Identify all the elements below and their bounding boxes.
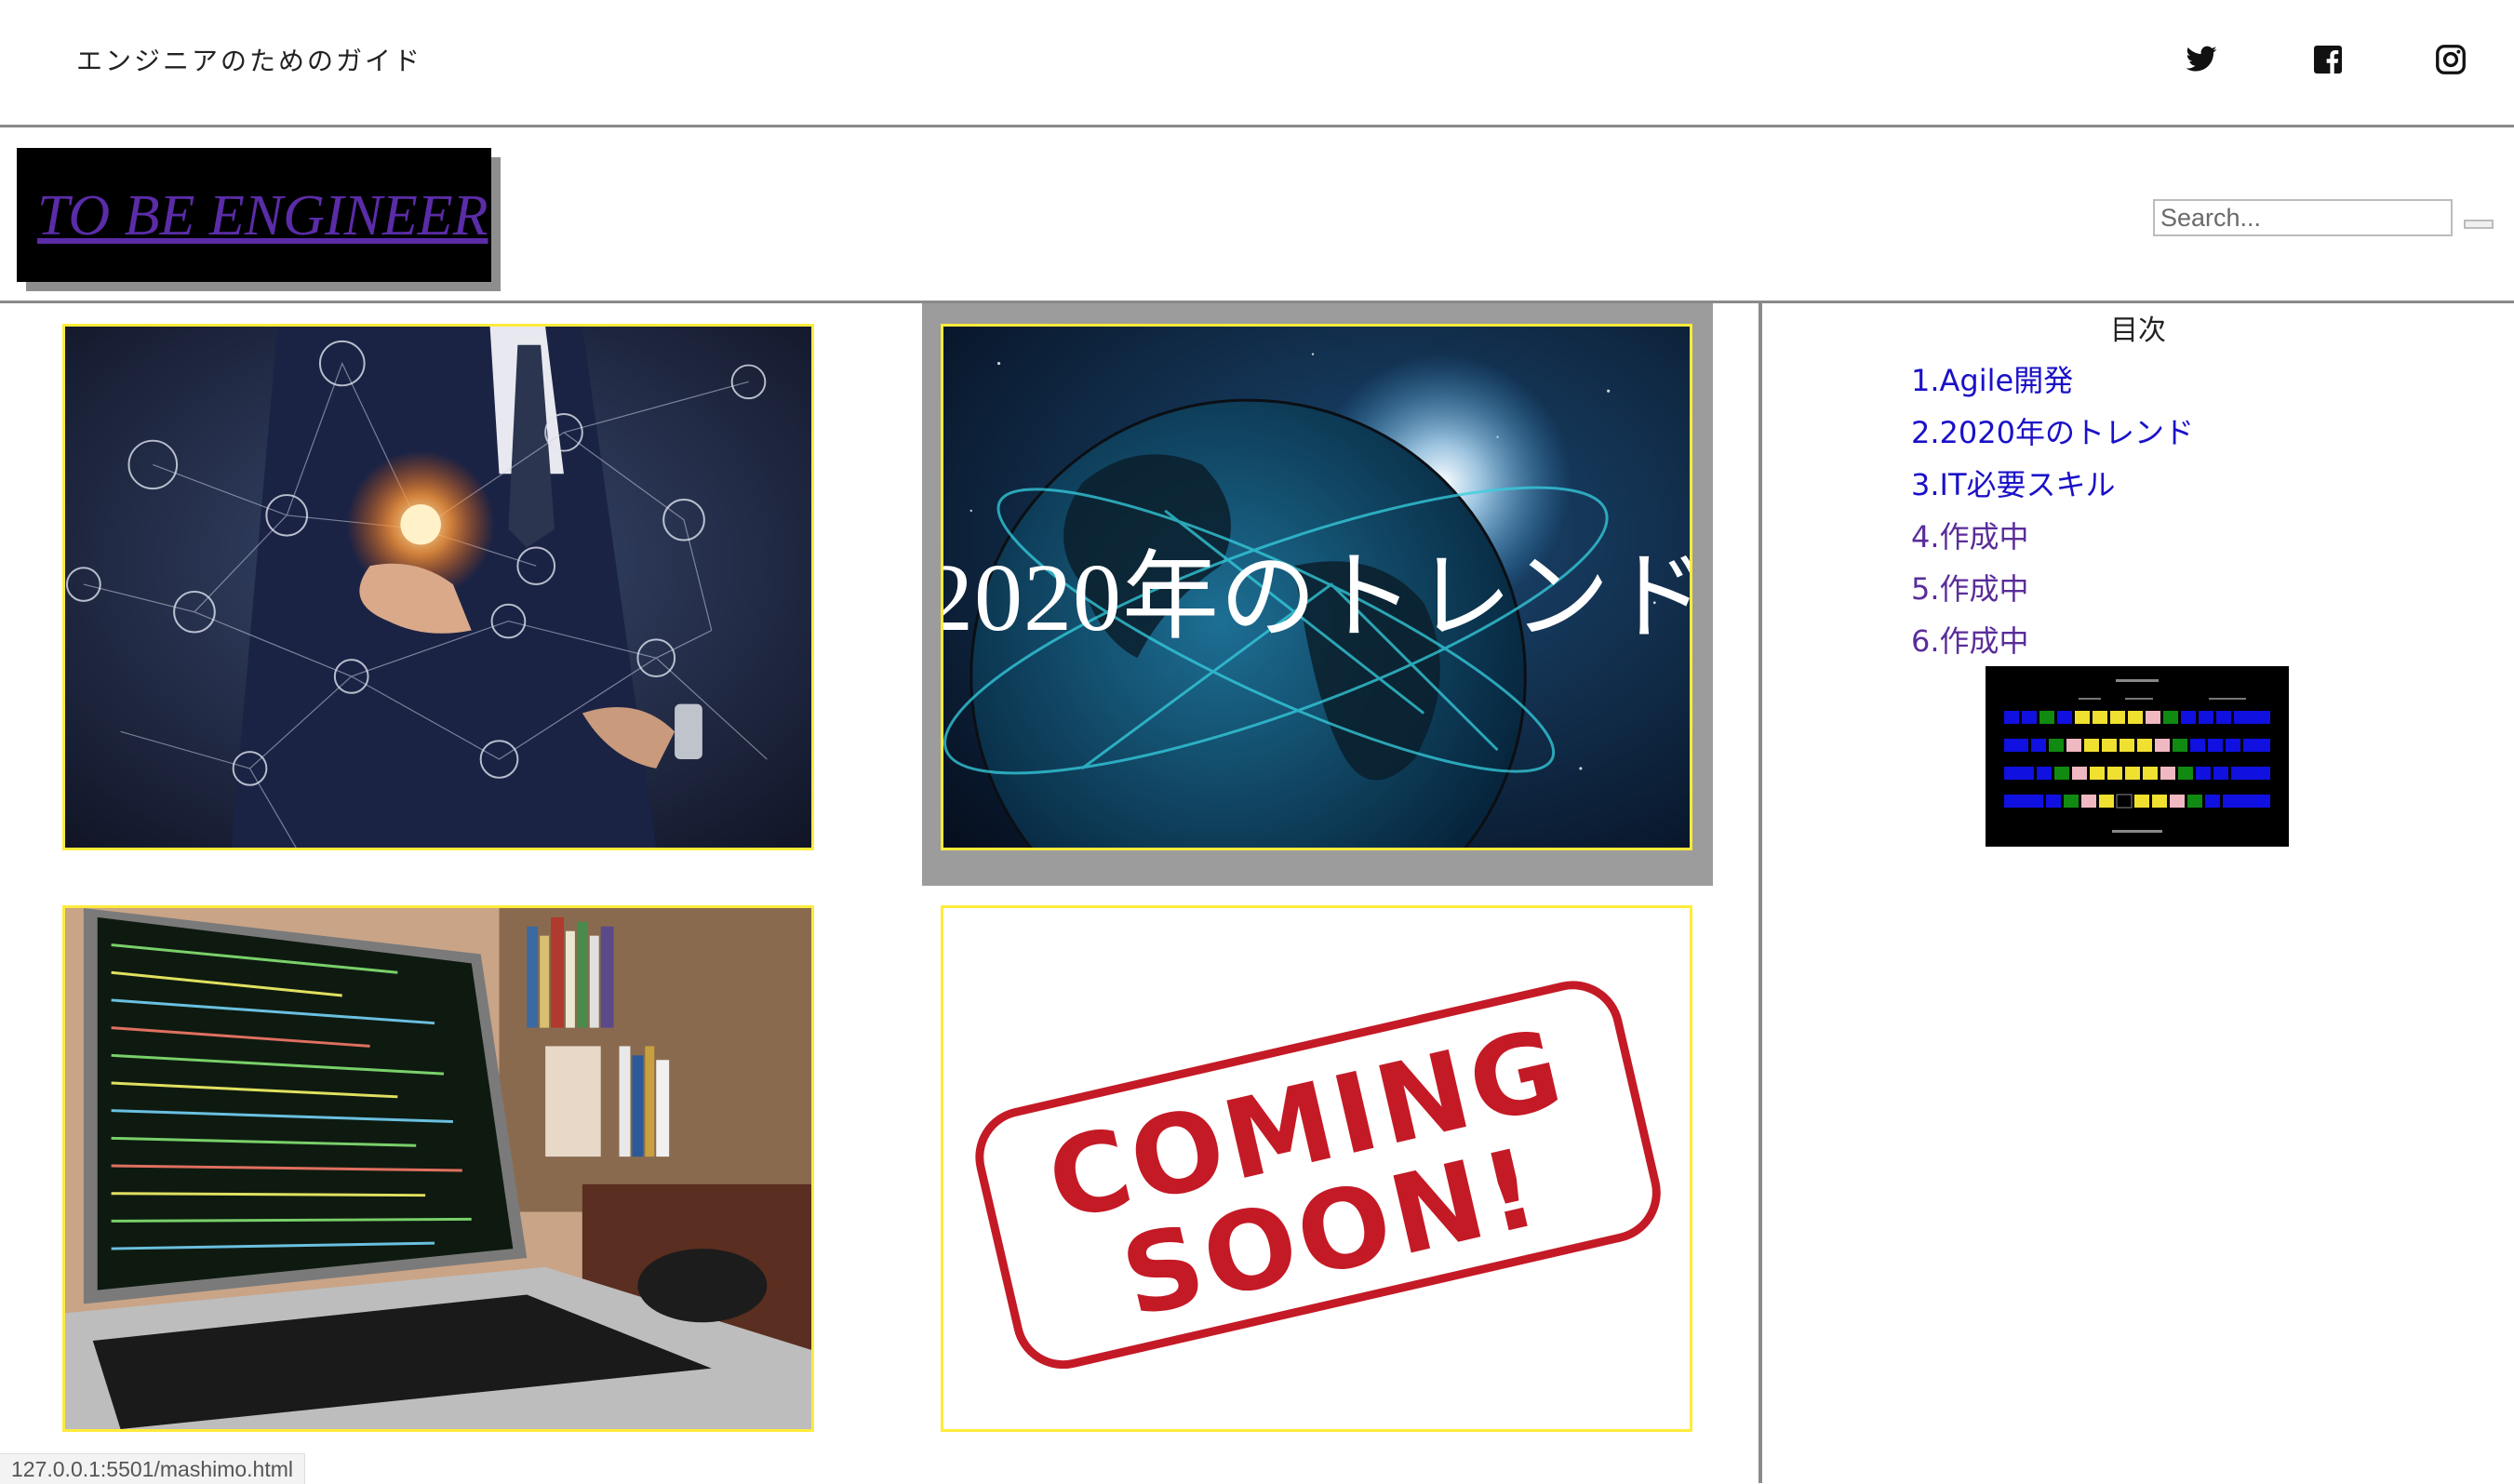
site-logo: TO BE ENGINEER xyxy=(17,148,491,282)
businessman-network-photo xyxy=(65,327,811,848)
search-input[interactable] xyxy=(2153,199,2453,236)
toc-item-2[interactable]: 2.2020年のトレンド xyxy=(1911,409,2194,452)
instagram-icon[interactable] xyxy=(2434,43,2467,76)
status-bar-url: 127.0.0.1:5501/mashimo.html xyxy=(0,1453,306,1484)
toc-item-6[interactable]: 6.作成中 xyxy=(1911,618,2029,661)
twitter-icon[interactable] xyxy=(2185,43,2218,76)
toc-item-5[interactable]: 5.作成中 xyxy=(1911,566,2029,608)
facebook-icon[interactable] xyxy=(2311,43,2345,76)
toc-item-4[interactable]: 4.作成中 xyxy=(1911,514,2029,556)
site-header: TO BE ENGINEER xyxy=(0,127,2514,303)
site-subtitle: エンジニアのためのガイド xyxy=(76,46,423,76)
toc-item-1[interactable]: 1.Agile開発 xyxy=(1911,357,2073,400)
logo-link[interactable]: TO BE ENGINEER xyxy=(37,183,488,249)
toc-title: 目次 xyxy=(2110,314,2166,347)
keyboard-thumbnail-image xyxy=(1986,666,2289,847)
article-card-coming-soon[interactable]: COMING SOON! xyxy=(941,905,1692,1432)
coming-soon-stamp: COMING SOON! xyxy=(943,908,1690,1429)
keyboard-game-thumbnail[interactable] xyxy=(1986,666,2289,847)
column-divider xyxy=(1758,303,1762,1483)
card-title: 2020年のトレンド xyxy=(941,543,1692,651)
toc-item-3[interactable]: 3.IT必要スキル xyxy=(1911,461,2116,504)
article-card-agile[interactable] xyxy=(62,324,814,850)
article-card-it-skills[interactable] xyxy=(62,905,814,1432)
search-button[interactable] xyxy=(2464,220,2494,229)
article-card-trend[interactable]: 2020年のトレンド xyxy=(941,324,1692,850)
top-bar: エンジニアのためのガイド xyxy=(0,0,2514,127)
laptop-code-photo xyxy=(65,908,811,1429)
